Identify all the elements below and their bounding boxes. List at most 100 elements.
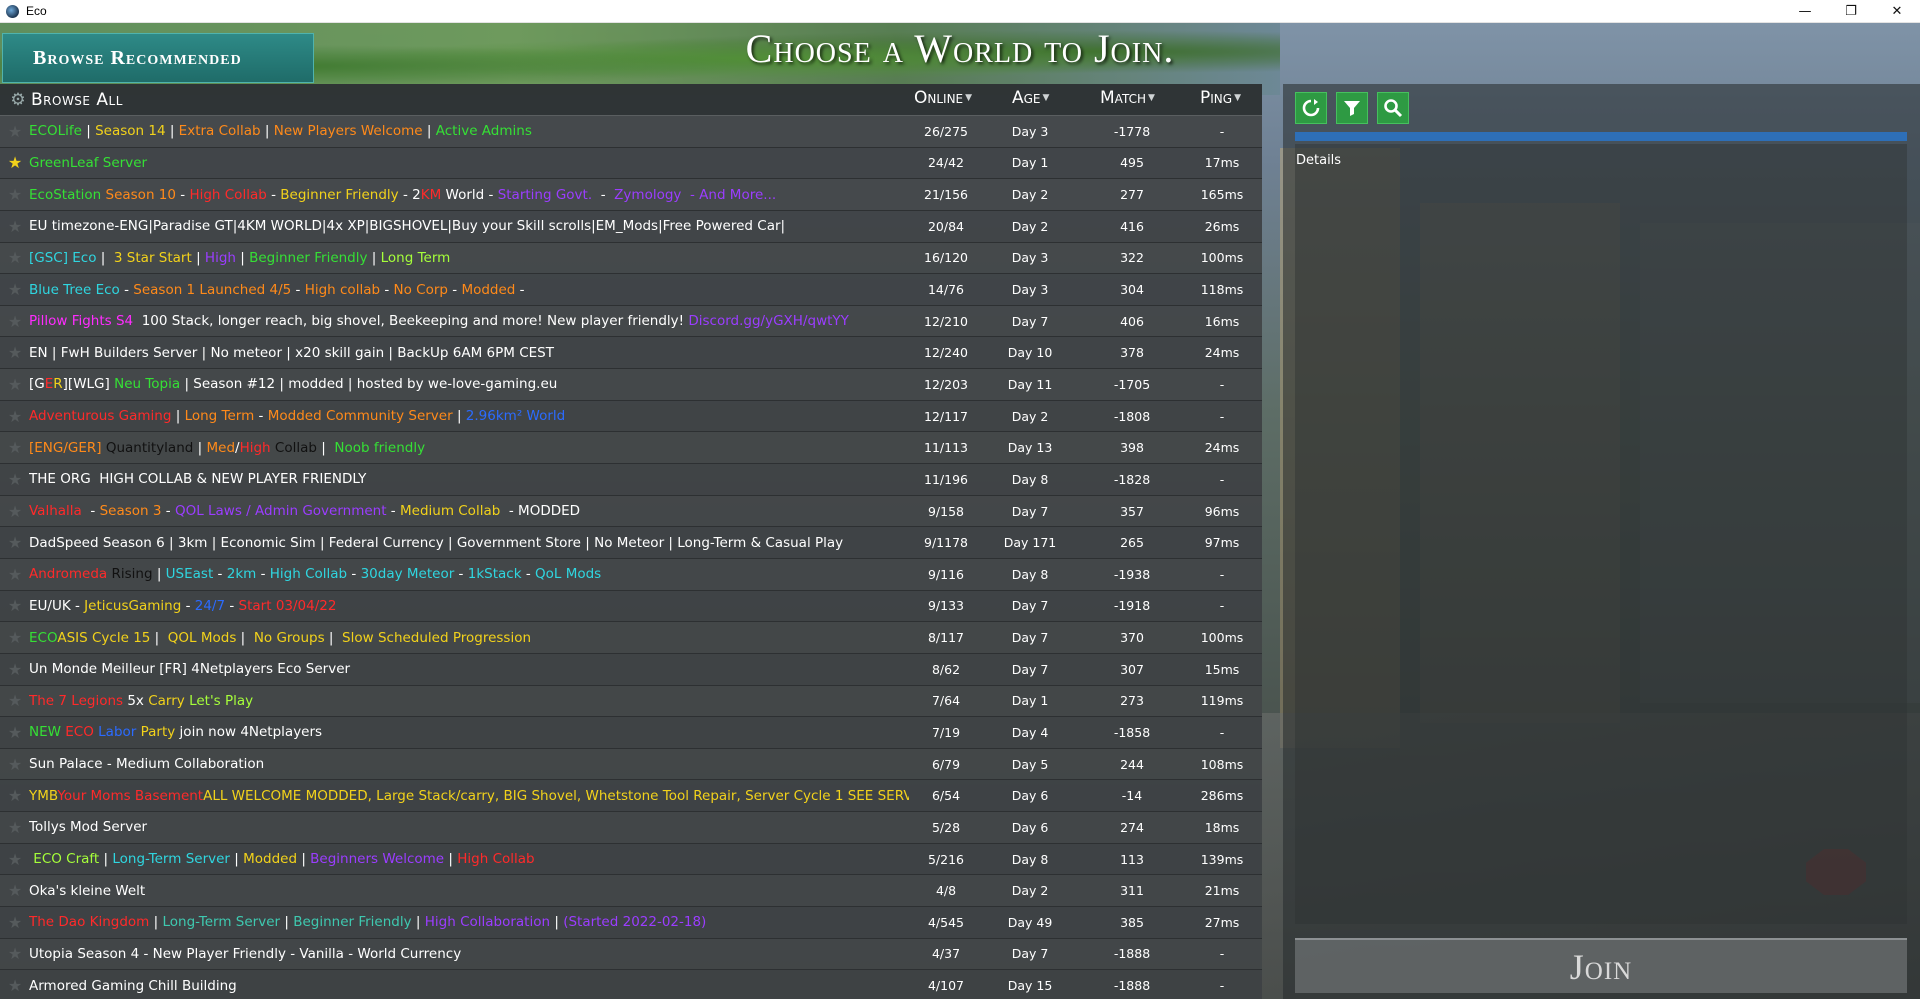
maximize-icon[interactable]: ❐ xyxy=(1828,0,1874,23)
server-name-segment: | xyxy=(150,629,164,646)
server-row[interactable]: ★ Oka's kleine Welt 4/8 Day 2 311 21ms xyxy=(0,875,1262,908)
server-row[interactable]: ★ ECOLife | Season 14 | Extra Collab | Ne… xyxy=(0,116,1262,148)
server-row[interactable]: ★ The 7 Legions 5x Carry Let's Play 7/64 Da… xyxy=(0,685,1262,718)
favorite-star-icon[interactable]: ★ xyxy=(6,153,24,172)
favorite-star-icon[interactable]: ★ xyxy=(6,660,24,679)
server-name: YMBYour Moms BasementALL WELCOME MODDED,… xyxy=(29,788,909,804)
favorite-star-icon[interactable]: ★ xyxy=(6,248,24,267)
server-name-segment: Modded Community Server xyxy=(267,408,453,425)
favorite-star-icon[interactable]: ★ xyxy=(6,944,24,963)
favorite-star-icon[interactable]: ★ xyxy=(6,122,24,141)
favorite-star-icon[interactable]: ★ xyxy=(6,407,24,426)
column-header-age[interactable]: Age ▼ xyxy=(1012,88,1049,108)
server-row[interactable]: ★ [GSC] Eco | 3 Star Start | High | Begin… xyxy=(0,242,1262,275)
server-row[interactable]: ★ YMBYour Moms BasementALL WELCOME MODDED… xyxy=(0,780,1262,813)
server-name-segment: Season 3 xyxy=(99,503,162,519)
server-name: GreenLeaf Server xyxy=(29,155,909,171)
browse-recommended-button[interactable]: Browse Recommended xyxy=(2,33,314,83)
server-name-segment: - xyxy=(181,597,195,614)
server-online-count: 16/120 xyxy=(924,250,968,266)
server-row[interactable]: ★ GreenLeaf Server 24/42 Day 1 495 17ms xyxy=(0,147,1262,180)
favorite-star-icon[interactable]: ★ xyxy=(6,786,24,805)
server-row[interactable]: ★ EU/UK - JeticusGaming - 24/7 - Start 03… xyxy=(0,590,1262,623)
server-name-segment: ][WLG] xyxy=(62,376,115,393)
favorite-star-icon[interactable]: ★ xyxy=(6,312,24,331)
server-row[interactable]: ★ Tollys Mod Server 5/28 Day 6 274 18ms xyxy=(0,812,1262,844)
column-header-ping[interactable]: Ping ▼ xyxy=(1200,88,1241,108)
server-online-count: 21/156 xyxy=(924,187,968,203)
server-name-segment: EU/UK xyxy=(29,597,71,614)
server-name-segment: Collab xyxy=(270,439,317,456)
server-online-count: 7/64 xyxy=(931,693,961,709)
server-name-segment: High Collaboration xyxy=(424,914,551,931)
server-name-segment: - xyxy=(521,566,535,583)
server-online-count: 9/133 xyxy=(927,598,965,614)
server-ping: 108ms xyxy=(1200,756,1244,772)
favorite-star-icon[interactable]: ★ xyxy=(6,343,24,362)
server-row[interactable]: ★ [ENG/GER] Quantityland | Med/High Colla… xyxy=(0,432,1262,465)
server-name-segment: | xyxy=(444,851,458,868)
details-panel: Details Join xyxy=(1283,84,1920,999)
favorite-star-icon[interactable]: ★ xyxy=(6,280,24,299)
gear-icon[interactable]: ⚙ xyxy=(9,91,27,109)
server-row[interactable]: ★ Armored Gaming Chill Building 4/107 Day 1… xyxy=(0,970,1262,999)
server-row[interactable]: ★ Un Monde Meilleur [FR] 4Netplayers Eco … xyxy=(0,653,1262,686)
server-row[interactable]: ★ EcoStation Season 10 - High Collab - Be… xyxy=(0,179,1262,211)
server-row[interactable]: ★ Utopia Season 4 - New Player Friendly -… xyxy=(0,938,1262,971)
favorite-star-icon[interactable]: ★ xyxy=(6,755,24,774)
join-button[interactable]: Join xyxy=(1295,938,1907,993)
column-header-match[interactable]: Match ▼ xyxy=(1100,88,1155,108)
server-row[interactable]: ★ Pillow Fights S4 100 Stack, longer reac… xyxy=(0,305,1262,338)
server-row[interactable]: ★ NEW ECO Labor Party join now 4Netplayer… xyxy=(0,717,1262,749)
favorite-star-icon[interactable]: ★ xyxy=(6,723,24,742)
favorite-star-icon[interactable]: ★ xyxy=(6,850,24,869)
refresh-button[interactable] xyxy=(1295,92,1327,124)
server-online-count: 26/275 xyxy=(924,123,968,139)
server-row[interactable]: ★ THE ORG HIGH COLLAB & NEW PLAYER FRIEND… xyxy=(0,464,1262,496)
favorite-star-icon[interactable]: ★ xyxy=(6,628,24,647)
favorite-star-icon[interactable]: ★ xyxy=(6,438,24,457)
server-name-segment: | xyxy=(422,123,436,140)
server-row[interactable]: ★ Blue Tree Eco - Season 1 Launched 4/5 -… xyxy=(0,274,1262,306)
favorite-star-icon[interactable]: ★ xyxy=(6,565,24,584)
favorite-star-icon[interactable]: ★ xyxy=(6,976,24,995)
server-row[interactable]: ★ EU timezone-ENG|Paradise GT|4KM WORLD|4… xyxy=(0,210,1262,243)
server-row[interactable]: ★ Sun Palace - Medium Collaboration 6/79 Da… xyxy=(0,748,1262,781)
favorite-star-icon[interactable]: ★ xyxy=(6,217,24,236)
server-row[interactable]: ★ ECOASIS Cycle 15 | QOL Mods | No Groups… xyxy=(0,622,1262,654)
browse-all-label[interactable]: Browse All xyxy=(31,90,123,110)
server-row[interactable]: ★ EN | FwH Builders Server | No meteor | … xyxy=(0,337,1262,370)
server-name-segment: | xyxy=(316,439,331,456)
server-name-segment: Zymology xyxy=(609,186,686,203)
favorite-star-icon[interactable]: ★ xyxy=(6,470,24,489)
search-button[interactable] xyxy=(1377,92,1409,124)
server-name-segment: Modded xyxy=(243,851,298,868)
favorite-star-icon[interactable]: ★ xyxy=(6,375,24,394)
favorite-star-icon[interactable]: ★ xyxy=(6,818,24,837)
server-name-segment: No Corp xyxy=(393,281,448,298)
favorite-star-icon[interactable]: ★ xyxy=(6,502,24,521)
favorite-star-icon[interactable]: ★ xyxy=(6,691,24,710)
server-row[interactable]: ★ [GER][WLG] Neu Topia | Season #12 | mod… xyxy=(0,369,1262,401)
server-name-segment: JeticusGaming xyxy=(84,597,182,614)
server-row[interactable]: ★ ECO Craft | Long-Term Server | Modded … xyxy=(0,843,1262,876)
server-online-count: 4/107 xyxy=(927,978,965,994)
server-name-segment: - xyxy=(70,597,85,614)
server-row[interactable]: ★ Valhalla - Season 3 - QOL Laws / Admin … xyxy=(0,495,1262,528)
favorite-star-icon[interactable]: ★ xyxy=(6,596,24,615)
server-row[interactable]: ★ The Dao Kingdom | Long-Term Server | Be… xyxy=(0,907,1262,939)
favorite-star-icon[interactable]: ★ xyxy=(6,533,24,552)
server-row[interactable]: ★ Adventurous Gaming | Long Term - Modded… xyxy=(0,400,1262,433)
favorite-star-icon[interactable]: ★ xyxy=(6,913,24,932)
server-age: Day 2 xyxy=(1011,883,1049,899)
filter-button[interactable] xyxy=(1336,92,1368,124)
close-icon[interactable]: ✕ xyxy=(1874,0,1920,23)
favorite-star-icon[interactable]: ★ xyxy=(6,185,24,204)
server-row[interactable]: ★ Andromeda Rising | USEast - 2km - High … xyxy=(0,558,1262,591)
minimize-icon[interactable]: — xyxy=(1782,0,1828,23)
favorite-star-icon[interactable]: ★ xyxy=(6,881,24,900)
server-match-score: -1808 xyxy=(1113,408,1151,424)
server-row[interactable]: ★ DadSpeed Season 6 | 3km | Economic Sim … xyxy=(0,527,1262,559)
server-online-count: 9/116 xyxy=(927,566,965,582)
column-header-online[interactable]: Online ▼ xyxy=(914,88,972,108)
